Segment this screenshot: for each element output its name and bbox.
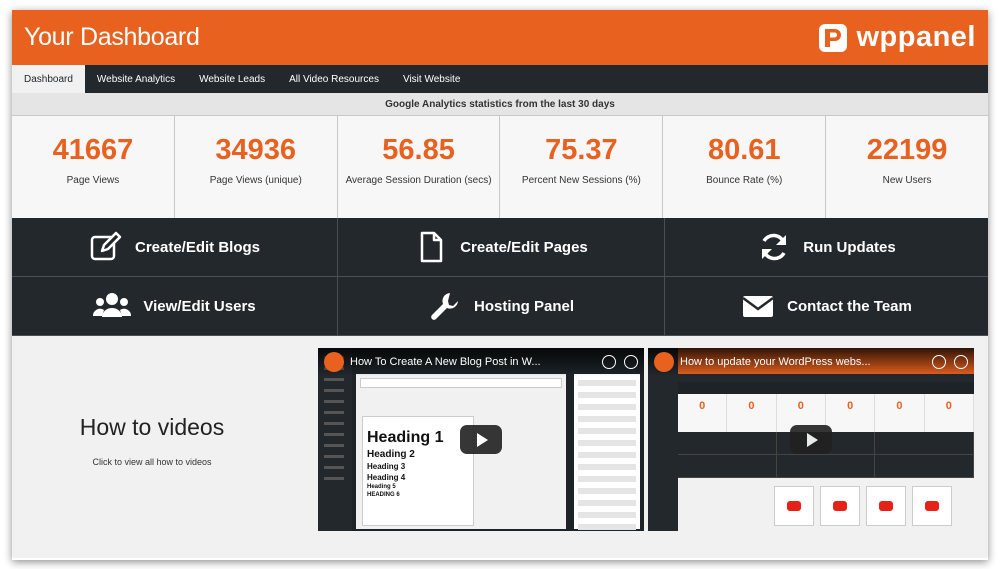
action-grid: Create/Edit Blogs Create/Edit Pages Run … [12,218,988,336]
howto-title: How to videos [79,414,225,440]
refresh-icon [762,233,787,261]
brand-wp: wp [856,21,898,53]
share-icon[interactable] [954,355,968,369]
share-icon[interactable] [624,355,638,369]
dashboard-window: Your Dashboard wppanel Dashboard Website… [12,10,988,560]
clock-icon[interactable] [932,355,946,369]
stat-label: Page Views [66,175,120,186]
users-icon [93,293,132,317]
play-button-icon[interactable] [790,425,832,454]
action-label: Create/Edit Pages [460,238,588,256]
wppanel-logo-icon [819,23,848,52]
stats-row: 41667 Page Views 34936 Page Views (uniqu… [12,115,988,218]
clock-icon[interactable] [602,355,616,369]
wrench-icon [431,293,458,320]
howto-link[interactable]: How to videos Click to view all how to v… [12,336,292,558]
tab-visit-website[interactable]: Visit Website [391,65,472,93]
action-label: Contact the Team [787,297,912,315]
tab-all-video-resources[interactable]: All Video Resources [277,65,391,93]
brand-panel: panel [897,21,976,53]
stat-label: Percent New Sessions (%) [521,175,641,186]
stat-value: 75.37 [545,134,618,166]
view-edit-users-button[interactable]: View/Edit Users [12,277,338,336]
stat-value: 56.85 [382,134,455,166]
edit-icon [90,231,122,261]
action-label: Hosting Panel [473,297,574,315]
hosting-panel-button[interactable]: Hosting Panel [338,277,665,336]
page-title: Your Dashboard [24,23,200,51]
envelope-icon [742,296,774,317]
create-edit-pages-button[interactable]: Create/Edit Pages [338,218,665,277]
stat-page-views-unique: 34936 Page Views (unique) [174,116,338,218]
stat-percent-new-sessions: 75.37 Percent New Sessions (%) [500,116,664,218]
brand-logo[interactable]: wppanel [818,21,976,54]
action-label: Create/Edit Blogs [134,238,261,256]
video-title: How to update your WordPress webs... [680,356,871,368]
stat-label: New Users [882,175,932,186]
video-title-bar: How To Create A New Blog Post in W... [318,348,644,376]
video-title-bar: How to update your WordPress webs... [648,348,974,376]
stat-value: 22199 [866,134,948,166]
play-button-icon[interactable] [460,425,502,454]
page-icon [420,231,443,263]
stat-avg-session-duration: 56.85 Average Session Duration (secs) [337,116,501,218]
stat-new-users: 22199 New Users [826,116,988,218]
action-label: View/Edit Users [143,297,256,315]
create-edit-blogs-button[interactable]: Create/Edit Blogs [12,218,338,277]
stat-value: 41667 [52,134,134,166]
video-title: How To Create A New Blog Post in W... [350,356,541,368]
run-updates-button[interactable]: Run Updates [665,218,988,277]
tab-website-leads[interactable]: Website Leads [187,65,277,93]
stat-label: Average Session Duration (secs) [345,175,492,186]
action-label: Run Updates [803,238,896,256]
channel-logo-icon [324,352,344,372]
stat-value: 80.61 [707,134,781,166]
stats-caption: Google Analytics statistics from the las… [12,93,988,115]
stat-value: 34936 [215,134,297,166]
howto-subtitle: Click to view all how to videos [92,457,212,467]
contact-the-team-button[interactable]: Contact the Team [665,277,988,336]
tab-dashboard[interactable]: Dashboard [12,65,85,93]
stat-label: Bounce Rate (%) [706,175,783,186]
stat-page-views: 41667 Page Views [12,116,175,218]
tab-website-analytics[interactable]: Website Analytics [85,65,187,93]
video-player-blog-post[interactable]: Heading 1 Heading 2 Heading 3 Heading 4 … [318,348,644,531]
stat-bounce-rate: 80.61 Bounce Rate (%) [663,116,827,218]
stat-label: Page Views (unique) [209,175,302,186]
video-thumbnail-panel [574,374,640,530]
header-bar: Your Dashboard wppanel [12,10,988,65]
brand-wordmark: wppanel [856,21,976,54]
channel-logo-icon [654,352,674,372]
main-nav: Dashboard Website Analytics Website Lead… [12,65,988,93]
video-player-update-wordpress[interactable]: 000000 How to update your WordPress webs… [648,348,974,531]
videos-section: How to videos Click to view all how to v… [12,336,988,558]
video-thumbnail-howto [678,478,974,531]
